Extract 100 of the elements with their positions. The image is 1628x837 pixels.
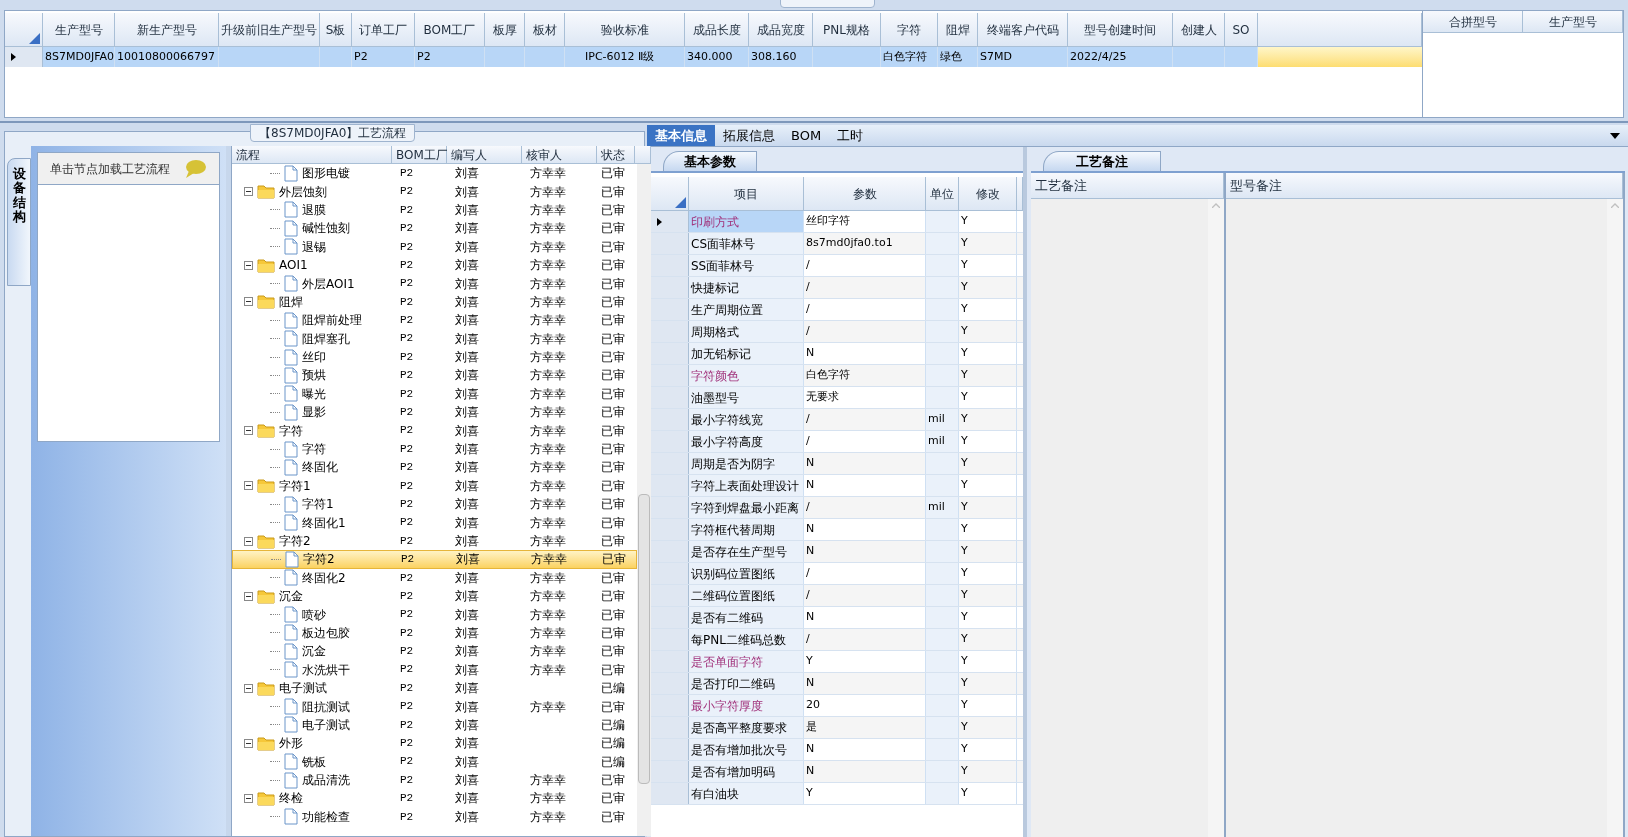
column-header[interactable]: 验收标准: [565, 13, 685, 47]
panel-tab[interactable]: 工艺备注: [1043, 151, 1161, 171]
column-header[interactable]: 板材: [525, 13, 565, 47]
tree-row[interactable]: 退膜 P2 刘喜 方幸幸 已审: [232, 200, 637, 220]
tab[interactable]: 基本信息: [647, 125, 715, 146]
column-header[interactable]: 单位: [926, 177, 959, 211]
collapse-toggle[interactable]: [244, 591, 253, 601]
column-header[interactable]: PNL规格: [813, 13, 881, 47]
collapse-toggle[interactable]: [244, 426, 253, 436]
tab[interactable]: 拓展信息: [715, 125, 783, 146]
collapse-toggle[interactable]: [244, 297, 253, 307]
tree-row[interactable]: 成品清洗 P2 刘喜 方幸幸 已审: [232, 770, 637, 790]
table-cell-text: 已编: [600, 753, 626, 771]
tree-row[interactable]: 沉金 P2 刘喜 方幸幸 已审: [232, 642, 637, 661]
collapse-toggle[interactable]: [244, 187, 253, 197]
collapse-toggle[interactable]: [244, 738, 253, 748]
column-header[interactable]: 合拼型号: [1423, 11, 1523, 33]
tree-row[interactable]: 碱性蚀刻 P2 刘喜 方幸幸 已审: [232, 219, 637, 238]
column-header[interactable]: 生产型号: [43, 13, 115, 47]
column-header[interactable]: 字符: [881, 13, 938, 47]
tree-row[interactable]: 铣板 P2 刘喜 已编: [232, 752, 637, 771]
panel-tab[interactable]: 基本参数: [663, 151, 757, 171]
tree-row[interactable]: 字符2 P2 刘喜 方幸幸 已审: [232, 550, 637, 569]
table-cell: IPC-6012 Ⅱ级: [565, 47, 685, 67]
side-tab[interactable]: 设备结构: [7, 158, 31, 286]
column-header[interactable]: S板: [320, 13, 352, 47]
tree-row[interactable]: 电子测试 P2 刘喜 已编: [232, 715, 637, 735]
column-header[interactable]: 状态: [597, 146, 635, 164]
collapse-toggle[interactable]: [244, 793, 253, 803]
scroll-up-icon[interactable]: [1212, 203, 1220, 208]
column-header[interactable]: BOM工厂: [392, 146, 447, 164]
column-header[interactable]: BOM工厂: [415, 13, 485, 47]
column-header[interactable]: 修改: [959, 177, 1017, 211]
tree-row[interactable]: 字符 P2 刘喜 方幸幸 已审: [232, 421, 637, 440]
dropdown-arrow-icon[interactable]: [1610, 132, 1620, 139]
table-cell: 绿色: [938, 47, 978, 67]
tree-row[interactable]: 丝印 P2 刘喜 方幸幸 已审: [232, 347, 637, 367]
collapse-toggle[interactable]: [244, 536, 253, 546]
tree-row[interactable]: 外层蚀刻 P2 刘喜 方幸幸 已审: [232, 182, 637, 201]
row-header[interactable]: [5, 47, 43, 67]
table-cell-text: P2: [399, 202, 415, 218]
tree-row[interactable]: 外形 P2 刘喜 已编: [232, 734, 637, 753]
notes-field[interactable]: [1226, 199, 1623, 837]
column-header[interactable]: 参数: [804, 177, 926, 211]
notes-field[interactable]: [1031, 199, 1224, 837]
tab[interactable]: 工时: [829, 125, 872, 146]
scrollbar-thumb[interactable]: [638, 494, 650, 784]
column-header[interactable]: 阻焊: [938, 13, 978, 47]
document-icon: [284, 330, 298, 348]
tree-row[interactable]: 功能检查 P2 刘喜 方幸幸 已审: [232, 807, 637, 827]
tab[interactable]: BOM: [783, 125, 830, 146]
row-header[interactable]: [651, 211, 689, 232]
tree-row[interactable]: 终固化2 P2 刘喜 方幸幸 已审: [232, 568, 637, 587]
tree-row[interactable]: 预烘 P2 刘喜 方幸幸 已审: [232, 366, 637, 385]
collapse-toggle[interactable]: [244, 683, 253, 693]
column-header[interactable]: 升级前旧生产型号: [219, 13, 320, 47]
scroll-up-icon[interactable]: [1611, 203, 1619, 208]
tree-row[interactable]: 喷砂 P2 刘喜 方幸幸 已审: [232, 605, 637, 624]
tree-row[interactable]: AOI1 P2 刘喜 方幸幸 已审: [232, 255, 637, 275]
tree-row[interactable]: 字符 P2 刘喜 方幸幸 已审: [232, 439, 637, 459]
tree-row[interactable]: 阻焊 P2 刘喜 方幸幸 已审: [232, 292, 637, 312]
tree-row[interactable]: 图形电镀 P2 刘喜 方幸幸 已审: [232, 164, 637, 183]
tree-row[interactable]: 字符1 P2 刘喜 方幸幸 已审: [232, 476, 637, 496]
column-header[interactable]: 编写人: [447, 146, 522, 164]
column-header[interactable]: 核审人: [522, 146, 597, 164]
tree-row[interactable]: 电子测试 P2 刘喜 已编: [232, 678, 637, 698]
tree-row[interactable]: 曝光 P2 刘喜 方幸幸 已审: [232, 384, 637, 404]
table-cell: 二维码位置图纸: [689, 585, 804, 606]
tree-row[interactable]: 沉金 P2 刘喜 方幸幸 已审: [232, 587, 637, 606]
collapse-toggle[interactable]: [244, 481, 253, 491]
column-header[interactable]: 板厚: [485, 13, 525, 47]
table-row[interactable]: 8S7MD0JFA0 10010800066797 P2 P2 IPC-6012 Ⅱ级 340.000 308.160 白色字符 绿色 S7MD 2022/4/25: [5, 47, 1422, 67]
column-header[interactable]: 型号创建时间: [1068, 13, 1173, 47]
tree-row[interactable]: 终检 P2 刘喜 方幸幸 已审: [232, 789, 637, 808]
tree-row[interactable]: 退锡 P2 刘喜 方幸幸 已审: [232, 237, 637, 256]
tree-row[interactable]: 终固化1 P2 刘喜 方幸幸 已审: [232, 513, 637, 532]
tree-row[interactable]: 板边包胶 P2 刘喜 方幸幸 已审: [232, 623, 637, 643]
column-header[interactable]: 流程: [232, 146, 392, 164]
tree-row[interactable]: 终固化 P2 刘喜 方幸幸 已审: [232, 458, 637, 477]
scrollbar[interactable]: [637, 164, 651, 836]
tree-row[interactable]: 水洗烘干 P2 刘喜 方幸幸 已审: [232, 660, 637, 679]
node-label: 沉金: [302, 643, 326, 661]
column-header[interactable]: SO: [1225, 13, 1258, 47]
tree-row[interactable]: 阻焊前处理 P2 刘喜 方幸幸 已审: [232, 311, 637, 330]
column-header[interactable]: 成品长度: [685, 13, 749, 47]
collapse-toggle[interactable]: [244, 260, 253, 270]
tree-row[interactable]: 字符1 P2 刘喜 方幸幸 已审: [232, 495, 637, 514]
column-header[interactable]: 成品宽度: [749, 13, 813, 47]
column-header[interactable]: 新生产型号: [115, 13, 219, 47]
tree-row[interactable]: 显影 P2 刘喜 方幸幸 已审: [232, 403, 637, 422]
column-header[interactable]: 创建人: [1173, 13, 1225, 47]
tree-row[interactable]: 阻抗测试 P2 刘喜 方幸幸 已审: [232, 697, 637, 716]
column-header[interactable]: 终端客户代码: [978, 13, 1068, 47]
column-header[interactable]: 项目: [689, 177, 804, 211]
column-header[interactable]: 订单工厂: [352, 13, 415, 47]
tree-row[interactable]: 字符2 P2 刘喜 方幸幸 已审: [232, 531, 637, 551]
tree-row[interactable]: 外层AOI1 P2 刘喜 方幸幸 已审: [232, 274, 637, 293]
document-icon: [284, 367, 298, 384]
column-header[interactable]: 生产型号: [1523, 11, 1623, 33]
tree-row[interactable]: 阻焊塞孔 P2 刘喜 方幸幸 已审: [232, 329, 637, 348]
